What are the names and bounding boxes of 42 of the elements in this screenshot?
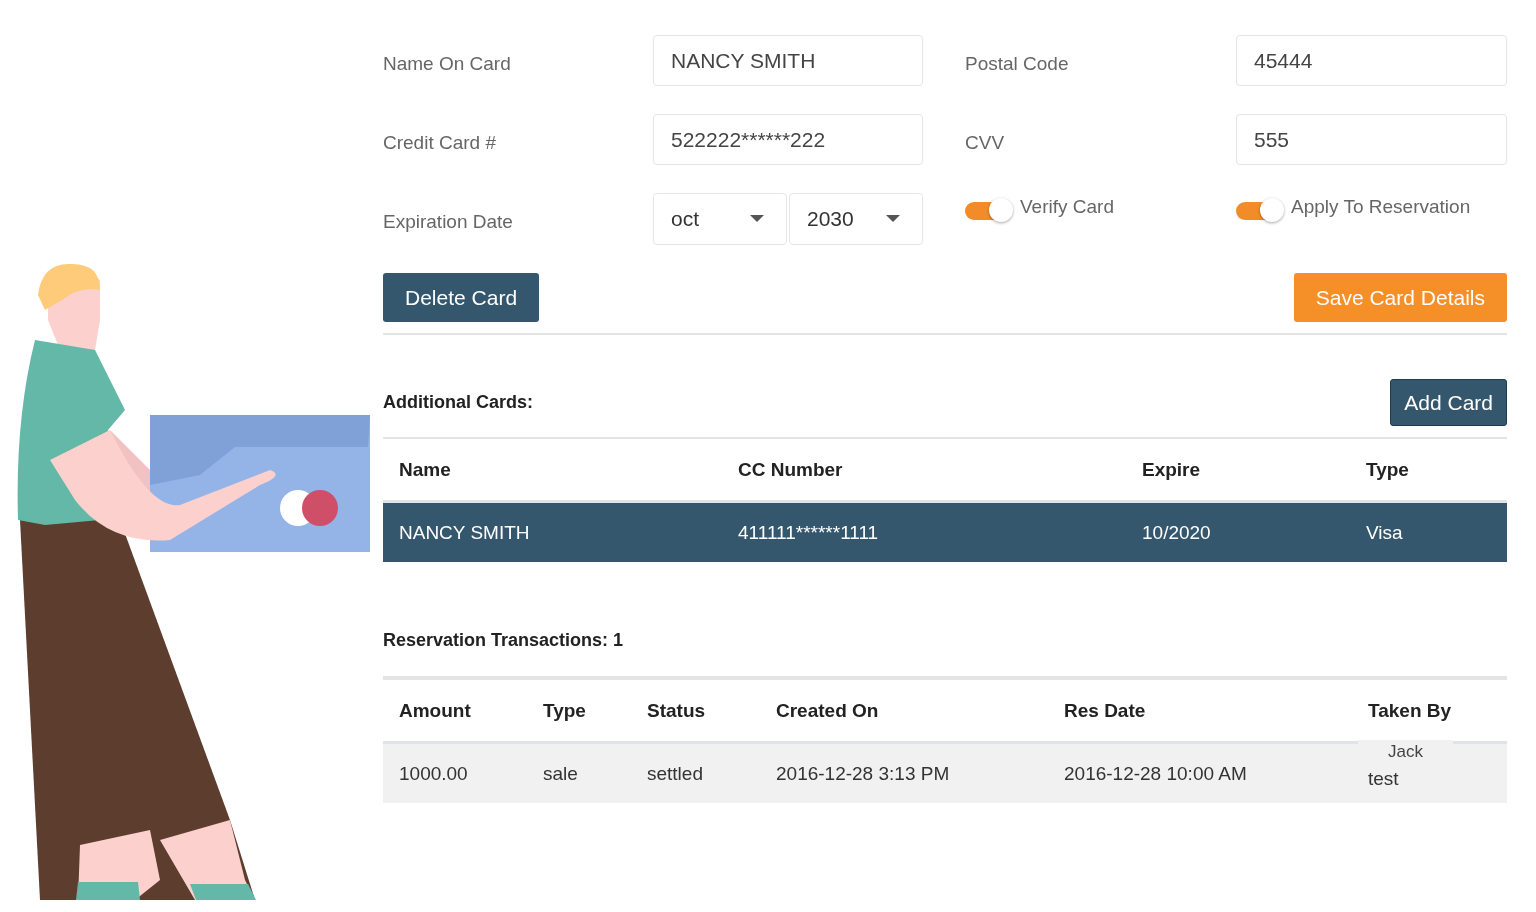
- table-cell-text: settled: [647, 762, 704, 785]
- toggle-switch[interactable]: [1236, 196, 1284, 222]
- year-select[interactable]: 2030: [789, 193, 923, 245]
- table-row[interactable]: NANCY SMITH 411111******1111 10/2020 Visa: [383, 503, 1507, 562]
- field-label: CVV: [965, 130, 1006, 154]
- column-header: Amount: [399, 699, 472, 722]
- section-title: Additional Cards:: [383, 392, 533, 413]
- field-label: Expiration Date: [383, 210, 514, 233]
- field-label: Postal Code: [965, 51, 1070, 75]
- caret-icon: [886, 215, 900, 223]
- column-header: CC Number: [738, 458, 844, 481]
- table-cell-text: 411111******1111: [738, 521, 880, 544]
- input-field[interactable]: 45444: [1236, 35, 1507, 86]
- table-cell-text: 1000.00: [399, 762, 469, 785]
- table-cell-text: sale: [543, 762, 579, 785]
- column-header: Type: [1366, 458, 1410, 481]
- column-header: Status: [647, 699, 707, 722]
- column-header: Type: [543, 699, 587, 722]
- add-card-button[interactable]: Add Card: [1390, 379, 1507, 426]
- field-label: Name On Card: [383, 51, 512, 75]
- input-field[interactable]: 555: [1236, 114, 1507, 165]
- table-cell-text: 2016-12-28 3:13 PM: [776, 762, 951, 785]
- column-header: Taken By: [1368, 699, 1453, 722]
- toggle-switch[interactable]: [965, 196, 1013, 222]
- input-field[interactable]: 522222******222: [653, 114, 923, 165]
- toggle-label: Verify Card: [1020, 196, 1114, 218]
- column-header: Res Date: [1064, 699, 1147, 722]
- table-cell-text: Visa: [1366, 521, 1404, 544]
- field-label: Credit Card #: [383, 130, 497, 154]
- column-header: Expire: [1142, 458, 1202, 481]
- column-header: Name: [399, 458, 452, 481]
- month-select[interactable]: oct: [653, 193, 787, 245]
- delete-card-button[interactable]: Delete Card: [383, 273, 540, 322]
- table-cell-text: test: [1368, 766, 1400, 790]
- toggle-label: Apply To Reservation: [1291, 196, 1471, 218]
- caret-icon: [750, 215, 764, 223]
- table-cell-text: 2016-12-28 10:00 AM: [1064, 762, 1248, 785]
- column-header: Created On: [776, 699, 880, 722]
- table-cell-text: NANCY SMITH: [399, 521, 531, 544]
- table-cell-text: 10/2020: [1142, 521, 1212, 544]
- section-title: Reservation Transactions: 1: [383, 630, 625, 651]
- input-field[interactable]: NANCY SMITH: [653, 35, 923, 86]
